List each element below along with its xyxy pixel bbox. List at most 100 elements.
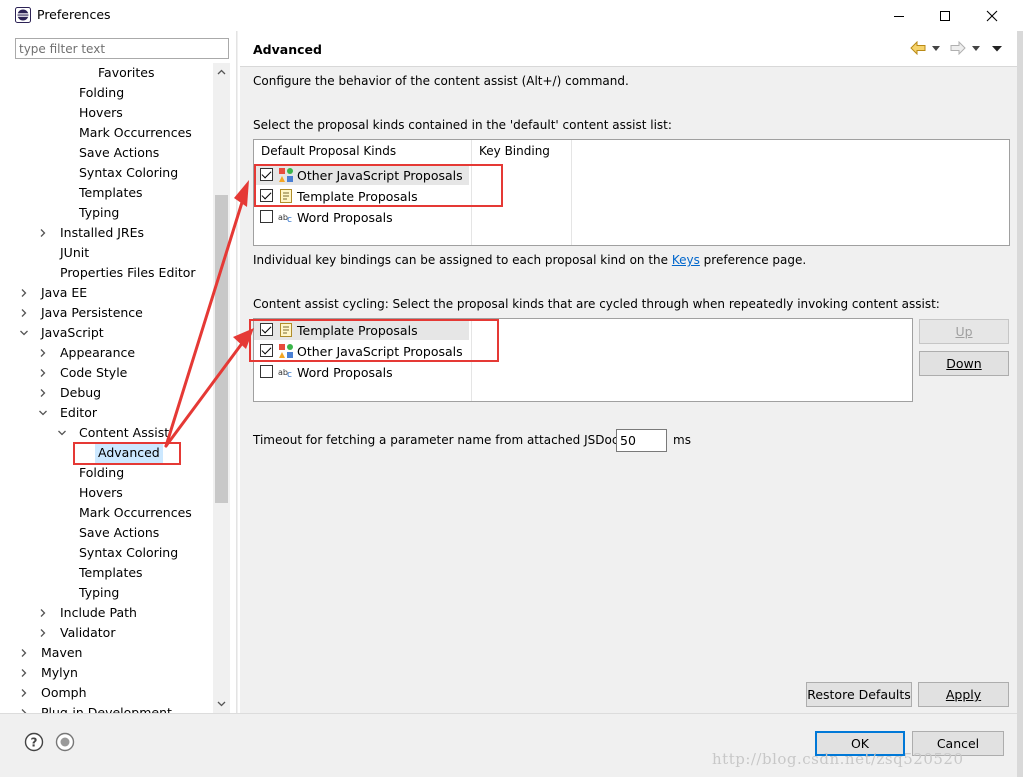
tree-item[interactable]: Typing	[8, 583, 213, 603]
tree-item[interactable]: JavaScript	[8, 323, 213, 343]
tree-item-label: Include Path	[60, 605, 137, 620]
close-icon	[986, 10, 998, 21]
proposal-row[interactable]: ab c Word Proposals	[254, 362, 469, 382]
window-title: Preferences	[37, 7, 111, 22]
record-macro-icon[interactable]	[55, 732, 75, 752]
maximize-icon	[940, 10, 950, 21]
tree-item[interactable]: Folding	[8, 463, 213, 483]
up-button-label: Up	[955, 324, 973, 339]
chevron-right-icon[interactable]	[37, 627, 49, 639]
timeout-input[interactable]	[616, 429, 667, 452]
tree-item[interactable]: Java EE	[8, 283, 213, 303]
tree-item[interactable]: Editor	[8, 403, 213, 423]
tree-item[interactable]: Hovers	[8, 103, 213, 123]
tree-item-label: Content Assist	[79, 425, 170, 440]
keys-note-suffix: preference page.	[699, 253, 807, 267]
tree-item[interactable]: Java Persistence	[8, 303, 213, 323]
tree-item[interactable]: Content Assist	[8, 423, 213, 443]
chevron-right-icon[interactable]	[37, 227, 49, 239]
proposal-row[interactable]: ab c Word Proposals	[254, 207, 469, 227]
maximize-button[interactable]	[922, 0, 968, 31]
tree-item[interactable]: Templates	[8, 183, 213, 203]
tree-item-label: Java Persistence	[41, 305, 143, 320]
tree-item[interactable]: Syntax Coloring	[8, 543, 213, 563]
tree-item[interactable]: Include Path	[8, 603, 213, 623]
chevron-right-icon[interactable]	[37, 367, 49, 379]
proposal-checkbox[interactable]	[260, 210, 273, 223]
restore-defaults-button[interactable]: Restore Defaults	[806, 682, 912, 707]
tree-item[interactable]: Mark Occurrences	[8, 123, 213, 143]
chevron-right-icon[interactable]	[37, 347, 49, 359]
chevron-right-icon[interactable]	[18, 687, 30, 699]
tree-item[interactable]: Validator	[8, 623, 213, 643]
chevron-down-icon[interactable]	[56, 427, 68, 439]
tree-item[interactable]: Hovers	[8, 483, 213, 503]
pane-divider[interactable]	[236, 31, 238, 713]
tree-item-label: JUnit	[60, 245, 90, 260]
chevron-down-icon[interactable]	[37, 407, 49, 419]
tree-item[interactable]: Properties Files Editor	[8, 263, 213, 283]
column-header-default-proposal-kinds[interactable]: Default Proposal Kinds	[261, 144, 396, 158]
tree-item[interactable]: JUnit	[8, 243, 213, 263]
tree-item[interactable]: Favorites	[8, 63, 213, 83]
tree-item[interactable]: Folding	[8, 83, 213, 103]
annotation-box-default-kinds	[254, 164, 503, 207]
chevron-right-icon[interactable]	[18, 647, 30, 659]
tree-item[interactable]: Maven	[8, 643, 213, 663]
blog-watermark: http://blog.csdn.net/zsq520520	[712, 750, 964, 768]
filter-input[interactable]	[15, 38, 229, 59]
tree-item[interactable]: Mark Occurrences	[8, 503, 213, 523]
tree-item[interactable]: Oomph	[8, 683, 213, 703]
apply-button[interactable]: Apply	[918, 682, 1009, 707]
tree-item-label: Properties Files Editor	[60, 265, 196, 280]
tree-item-label: Save Actions	[79, 525, 160, 540]
tree-item[interactable]: Debug	[8, 383, 213, 403]
tree-item-label: Installed JREs	[60, 225, 145, 240]
apply-button-label: Apply	[945, 687, 982, 702]
chevron-right-icon[interactable]	[18, 287, 30, 299]
tree-item[interactable]: Templates	[8, 563, 213, 583]
chevron-right-icon[interactable]	[37, 387, 49, 399]
scroll-up-icon[interactable]	[216, 67, 227, 78]
cycling-label: Content assist cycling: Select the propo…	[253, 297, 940, 311]
tree-item[interactable]: Code Style	[8, 363, 213, 383]
tree-item[interactable]: Save Actions	[8, 523, 213, 543]
view-menu-icon[interactable]	[991, 41, 1003, 55]
close-button[interactable]	[969, 0, 1015, 31]
svg-text:c: c	[287, 215, 292, 225]
forward-arrow-icon[interactable]	[950, 41, 966, 55]
up-button[interactable]: Up	[919, 319, 1009, 344]
forward-menu-chevron-icon[interactable]	[971, 41, 981, 55]
annotation-box-cycling-kinds	[249, 319, 499, 362]
down-button[interactable]: Down	[919, 351, 1009, 376]
tree-item[interactable]: Appearance	[8, 343, 213, 363]
tree-item[interactable]: Plug-in Development	[8, 703, 213, 713]
tree-item-label: Templates	[79, 565, 143, 580]
page-header: Advanced	[240, 31, 1023, 67]
column-header-key-binding[interactable]: Key Binding	[479, 144, 550, 158]
tree-item[interactable]: Save Actions	[8, 143, 213, 163]
chevron-right-icon[interactable]	[18, 667, 30, 679]
chevron-right-icon[interactable]	[18, 307, 30, 319]
preferences-tree: Favorites Folding Hovers Mark Occurrences Sa…	[8, 63, 213, 713]
chevron-down-icon[interactable]	[18, 327, 30, 339]
scroll-down-icon[interactable]	[216, 698, 227, 709]
tree-item[interactable]: Typing	[8, 203, 213, 223]
chevron-right-icon[interactable]	[37, 607, 49, 619]
back-menu-chevron-icon[interactable]	[931, 41, 941, 55]
back-arrow-icon[interactable]	[910, 41, 926, 55]
tree-item[interactable]: Syntax Coloring	[8, 163, 213, 183]
tree-item[interactable]: Installed JREs	[8, 223, 213, 243]
tree-item[interactable]: Mylyn	[8, 663, 213, 683]
annotation-box-advanced	[73, 442, 181, 465]
tree-scrollbar-thumb[interactable]	[215, 195, 228, 503]
tree-scrollbar[interactable]	[213, 63, 230, 713]
default-list-label: Select the proposal kinds contained in t…	[253, 118, 672, 132]
tree-item-label: Save Actions	[79, 145, 160, 160]
keys-link[interactable]: Keys	[672, 253, 700, 267]
word-icon: ab c	[278, 213, 292, 225]
proposal-checkbox[interactable]	[260, 365, 273, 378]
help-icon[interactable]: ?	[24, 732, 44, 752]
minimize-button[interactable]	[876, 0, 922, 31]
tree-item-label: Mylyn	[41, 665, 78, 680]
